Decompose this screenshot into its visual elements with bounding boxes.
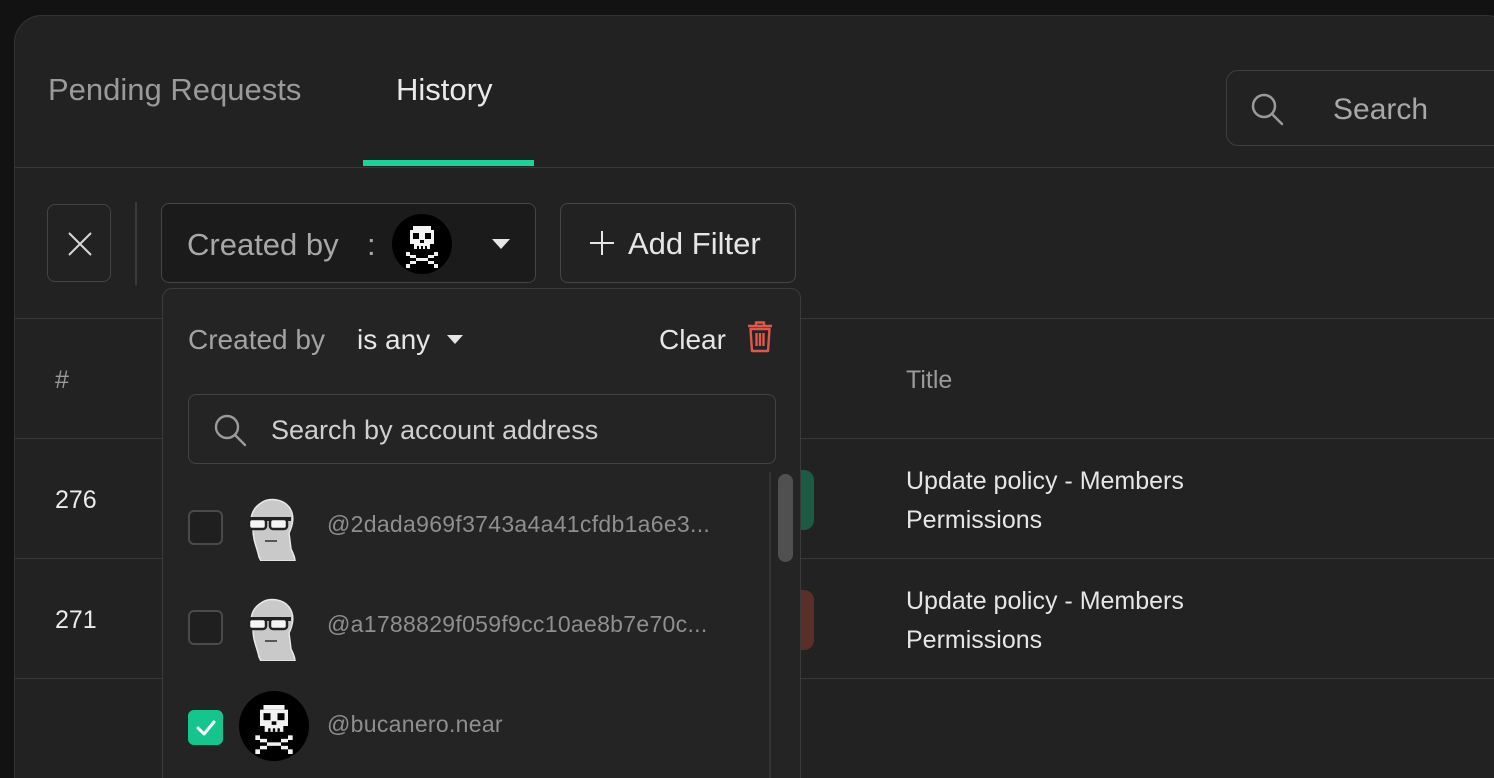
- dropdown-field-label: Created by: [188, 324, 325, 355]
- column-header-title[interactable]: Title: [906, 366, 952, 395]
- account-search-input[interactable]: Search by account address: [188, 394, 776, 464]
- active-tab-indicator: [363, 160, 534, 166]
- chevron-down-icon: [492, 239, 510, 249]
- created-by-dropdown: Created by is any Clear Search by accoun…: [162, 288, 801, 778]
- account-name: @2dada969f3743a4a41cfdb1a6e3...: [327, 511, 711, 537]
- tab-history[interactable]: History: [396, 72, 492, 108]
- add-filter-button[interactable]: Add Filter: [560, 203, 796, 283]
- table-row-title[interactable]: Update policy - Members Permissions: [906, 462, 1266, 540]
- checkmark-icon: [196, 720, 216, 736]
- pixel-skull-avatar-icon: [239, 691, 309, 761]
- account-checkbox[interactable]: [188, 710, 223, 745]
- chevron-down-icon[interactable]: [447, 335, 463, 344]
- list-item[interactable]: @bucanero.near: [163, 673, 773, 773]
- scrollbar-track: [769, 472, 771, 778]
- search-icon: [1251, 93, 1284, 126]
- search-placeholder: Search: [1333, 93, 1429, 126]
- chip-separator: :: [367, 227, 376, 262]
- list-item[interactable]: @a1788829f059f9cc10ae8b7e70c...: [163, 573, 773, 673]
- table-row-number: 276: [55, 486, 97, 514]
- account-search-placeholder: Search by account address: [271, 415, 599, 445]
- operator-select[interactable]: is any: [357, 324, 430, 356]
- created-by-filter-chip[interactable]: Created by :: [161, 203, 536, 283]
- scrollbar-thumb[interactable]: [778, 474, 793, 562]
- search-icon: [214, 414, 247, 447]
- filter-divider: [135, 202, 137, 285]
- default-avatar-icon: [247, 498, 296, 561]
- default-avatar-icon: [247, 598, 296, 661]
- pixel-skull-avatar-icon: [392, 214, 452, 274]
- account-checkbox[interactable]: [188, 610, 223, 645]
- account-name: @a1788829f059f9cc10ae8b7e70c...: [327, 611, 708, 637]
- close-icon: [68, 232, 92, 256]
- search-input[interactable]: Search: [1226, 70, 1494, 146]
- account-checkbox[interactable]: [188, 510, 223, 545]
- tabs-divider: [15, 167, 1494, 168]
- tab-pending-requests[interactable]: Pending Requests: [48, 72, 301, 108]
- clear-button[interactable]: Clear: [659, 324, 726, 356]
- column-header-number[interactable]: #: [55, 366, 69, 395]
- list-item[interactable]: @2dada969f3743a4a41cfdb1a6e3...: [163, 473, 773, 573]
- chip-label: Created by: [187, 227, 339, 262]
- add-filter-label: Add Filter: [628, 226, 761, 261]
- table-row-number: 271: [55, 606, 97, 634]
- table-row-title[interactable]: Update policy - Members Permissions: [906, 582, 1266, 660]
- account-name: @bucanero.near: [327, 711, 503, 737]
- clear-filters-button[interactable]: [47, 204, 111, 282]
- trash-icon[interactable]: [747, 321, 773, 353]
- plus-icon: [590, 231, 614, 255]
